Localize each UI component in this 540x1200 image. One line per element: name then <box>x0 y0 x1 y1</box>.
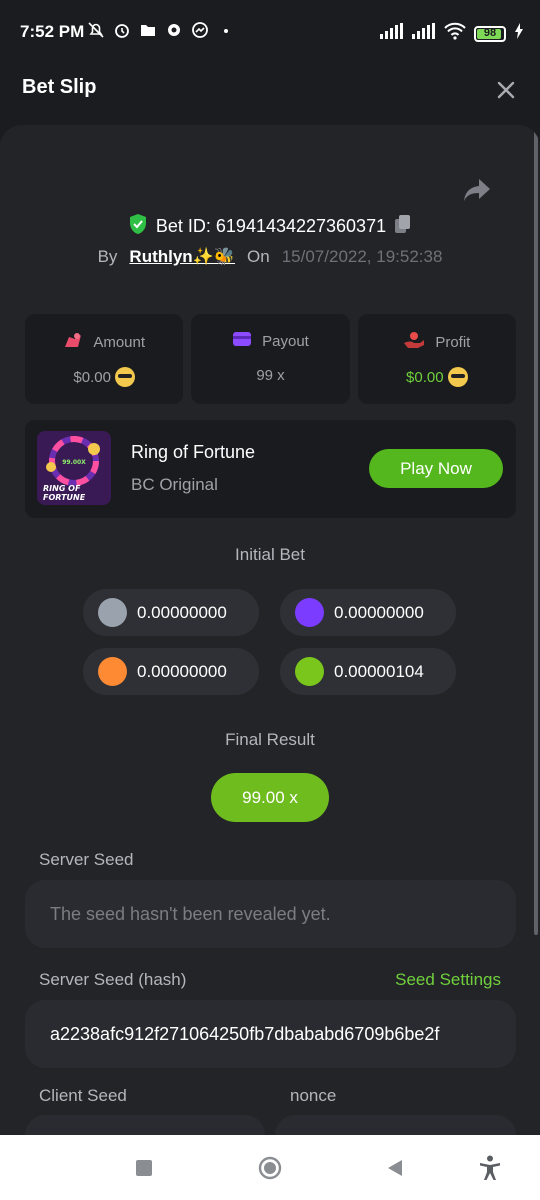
header: Bet Slip <box>0 62 540 120</box>
shield-check-icon <box>128 213 148 240</box>
status-bar: 7:52 PM 98 <box>0 0 540 62</box>
charging-icon <box>514 23 524 44</box>
wifi-icon <box>444 22 466 45</box>
bet-byline: By Ruthlyn✨🐝 On 15/07/2022, 19:52:38 <box>0 247 540 267</box>
nonce-label: nonce <box>290 1086 337 1105</box>
server-seed-hash-field[interactable]: a2238afc912f271064250fb7dbababd6709b6be2… <box>25 1000 516 1068</box>
amount-card: Amount $0.00 <box>25 314 184 404</box>
system-nav-bar <box>0 1135 540 1200</box>
recent-apps-icon[interactable] <box>129 1153 159 1183</box>
amount-label: Amount <box>93 333 146 351</box>
coin-value: 0.00000000 <box>137 602 227 622</box>
username-link[interactable]: Ruthlyn✨🐝 <box>129 247 235 267</box>
coin-dot-icon <box>98 598 127 627</box>
payout-label: Payout <box>262 332 309 350</box>
folder-icon <box>139 21 157 39</box>
bet-id-row: Bet ID: 61941434227360371 <box>0 213 540 240</box>
server-seed-hash-label: Server Seed (hash) <box>39 970 187 989</box>
app-icon <box>165 21 183 39</box>
coin-value: 0.00000000 <box>334 602 424 622</box>
game-subtitle: BC Original <box>131 475 218 494</box>
status-time: 7:52 PM <box>20 22 85 41</box>
coin-dot-icon <box>295 598 324 627</box>
accessibility-icon[interactable] <box>475 1153 505 1183</box>
on-label: On <box>247 247 270 266</box>
coin-value: 0.00000104 <box>334 661 424 681</box>
thumb-title-2: FORTUNE <box>43 493 86 502</box>
signal-icon <box>380 23 404 44</box>
amount-value: $0.00 <box>73 368 111 386</box>
dot-icon <box>217 21 235 39</box>
messenger-icon <box>191 21 209 39</box>
page-title: Bet Slip <box>22 76 97 98</box>
server-seed-field: The seed hasn't been revealed yet. <box>25 880 516 948</box>
hand-coin-icon <box>403 331 425 353</box>
profit-label: Profit <box>435 333 471 351</box>
coin-emoji-icon <box>114 367 135 387</box>
coin-amount: 0.00000000 <box>83 648 259 695</box>
client-seed-field[interactable] <box>25 1115 265 1135</box>
coin-value: 0.00000000 <box>137 661 227 681</box>
payout-card: Payout 99 x <box>191 314 350 404</box>
final-result-badge: 99.00 x <box>211 773 329 822</box>
money-bag-icon <box>63 331 83 353</box>
alarm-icon <box>113 21 131 39</box>
coin-dot-icon <box>295 657 324 686</box>
nonce-field[interactable] <box>275 1115 516 1135</box>
by-label: By <box>97 247 118 266</box>
copy-icon[interactable] <box>394 214 412 239</box>
home-icon[interactable] <box>255 1153 285 1183</box>
client-seed-label: Client Seed <box>39 1086 127 1105</box>
play-now-button[interactable]: Play Now <box>369 449 503 488</box>
coin-amount: 0.00000000 <box>83 589 259 636</box>
profit-value: $0.00 <box>406 368 444 386</box>
bet-stats: Amount $0.00 Payout 99 x Profit $0.00 <box>25 314 516 404</box>
bet-id: Bet ID: 61941434227360371 <box>155 216 387 236</box>
profit-card: Profit $0.00 <box>357 314 516 404</box>
thumb-multiplier: 99.00X <box>62 459 86 466</box>
bet-slip-sheet: Bet ID: 61941434227360371 By Ruthlyn✨🐝 O… <box>0 125 540 1135</box>
payout-value: 99 x <box>256 367 285 384</box>
wallet-icon <box>232 331 252 351</box>
server-seed-label: Server Seed <box>39 850 134 869</box>
thumb-title-1: RING OF <box>43 484 81 493</box>
signal-icon <box>412 23 436 44</box>
coin-dot-icon <box>98 657 127 686</box>
bet-date: 15/07/2022, 19:52:38 <box>281 247 443 266</box>
coin-amount: 0.00000000 <box>280 589 456 636</box>
coin-emoji-icon <box>447 367 468 387</box>
close-icon[interactable] <box>492 76 520 104</box>
game-thumbnail[interactable]: 99.00X RING OF FORTUNE <box>37 431 111 505</box>
mute-bell-icon <box>87 21 105 39</box>
battery-icon: 98 <box>474 25 506 42</box>
seed-settings-link[interactable]: Seed Settings <box>395 970 501 990</box>
final-result-title: Final Result <box>225 730 315 749</box>
initial-bet-coins: 0.00000000 0.00000000 0.00000000 0.00000… <box>83 589 459 695</box>
battery-level: 98 <box>483 26 497 39</box>
share-icon[interactable] <box>462 177 492 203</box>
initial-bet-title: Initial Bet <box>235 545 305 564</box>
coin-amount: 0.00000104 <box>280 648 456 695</box>
back-icon[interactable] <box>380 1153 410 1183</box>
game-card: 99.00X RING OF FORTUNE Ring of Fortune B… <box>25 420 516 518</box>
game-name: Ring of Fortune <box>131 442 256 462</box>
